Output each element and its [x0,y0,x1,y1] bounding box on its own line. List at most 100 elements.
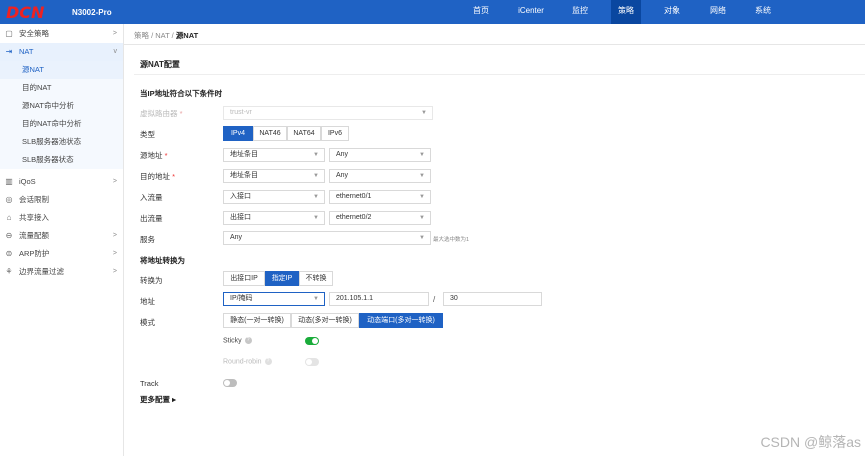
nav-home[interactable]: 首页 [466,0,496,24]
sidebar-item-session-limit[interactable]: ◎ 会话限制 [0,191,123,209]
caret-icon: ▼ [419,173,425,179]
chevron-right-icon: > [112,30,117,37]
sidebar-item-label: 共享接入 [19,213,49,222]
help-icon[interactable]: ? [264,358,272,365]
title-divider [134,74,865,75]
breadcrumb-path[interactable]: 策略 / NAT / [134,31,176,40]
dst-address-select[interactable]: Any ▼ [329,169,431,183]
more-config-link[interactable]: 更多配置 ▸ [140,394,176,405]
sidebar-item-traffic-quota[interactable]: ⊖ 流量配额 > [0,227,123,245]
help-icon[interactable]: ? [244,337,252,344]
type-nat46-button[interactable]: NAT46 [253,126,287,141]
sticky-label: Sticky? [223,337,252,344]
translate-specified-ip-button[interactable]: 指定IP [265,271,299,286]
egress-label: 出流量 [140,214,163,223]
ingress-interface-select[interactable]: ethernet0/1 ▼ [329,190,431,204]
translate-to-label: 转换为 [140,276,163,285]
sidebar-item-nat[interactable]: ⇥ NAT v [0,43,123,61]
sidebar-item-dst-nat[interactable]: 目的NAT [0,79,123,97]
egress-interface-select[interactable]: ethernet0/2 ▼ [329,211,431,225]
sidebar-item-iqos[interactable]: ▥ iQoS > [0,173,123,191]
mode-static-button[interactable]: 静态(一对一转换) [223,313,291,328]
sidebar-item-label: SLB服务器状态 [22,155,74,164]
dst-type-select[interactable]: 地址条目 ▼ [223,169,325,183]
chevron-right-icon: > [112,178,117,185]
toggle-knob [312,338,318,344]
src-address-select[interactable]: Any ▼ [329,148,431,162]
address-type-select[interactable]: IP/掩码 ▼ [223,292,325,306]
sidebar-item-src-nat[interactable]: 源NAT [0,61,123,79]
chevron-right-icon: > [112,268,117,275]
toggle-knob [306,359,312,365]
type-nat64-button[interactable]: NAT64 [287,126,321,141]
round-robin-label: Round-robin? [223,358,272,365]
sidebar-item-slb-server[interactable]: SLB服务器状态 [0,151,123,169]
sidebar-item-src-nat-hit[interactable]: 源NAT命中分析 [0,97,123,115]
mode-dynamic-button[interactable]: 动态(多对一转换) [291,313,359,328]
ingress-type-select[interactable]: 入接口 ▼ [223,190,325,204]
breadcrumb-current: 源NAT [175,31,199,40]
type-ipv4-button[interactable]: IPv4 [223,126,253,141]
sidebar-item-label: ARP防护 [19,249,50,258]
translate-egress-ip-button[interactable]: 出接口IP [223,271,265,286]
sidebar-item-label: 目的NAT [22,83,52,92]
sidebar-item-border-filter[interactable]: ⚘ 边界流量过滤 > [0,263,123,281]
vrouter-select: trust-vr ▼ [223,106,433,120]
shield-icon: ▢ [5,29,13,38]
dst-label: 目的地址 * [140,172,176,181]
address-label: 地址 [140,297,155,306]
type-ipv6-button[interactable]: IPv6 [321,126,349,141]
sticky-toggle[interactable] [305,337,319,345]
caret-icon: ▼ [421,110,427,116]
chevron-down-icon: v [113,48,118,55]
sidebar-item-shared-access[interactable]: ⌂ 共享接入 [0,209,123,227]
track-label: Track [140,379,159,388]
sidebar-item-label: 源NAT命中分析 [22,101,74,110]
service-label: 服务 [140,235,155,244]
sidebar-item-dst-nat-hit[interactable]: 目的NAT命中分析 [0,115,123,133]
type-label: 类型 [140,130,155,139]
translate-none-button[interactable]: 不转换 [299,271,333,286]
ip-input[interactable]: 201.105.1.1 [329,292,429,306]
egress-type-select[interactable]: 出接口 ▼ [223,211,325,225]
nav-network[interactable]: 网络 [703,0,733,24]
mode-dynamic-port-button[interactable]: 动态端口(多对一转换) [359,313,443,328]
track-toggle[interactable] [223,379,237,387]
caret-icon: ▼ [419,235,425,241]
nav-icenter[interactable]: iCenter [513,0,549,24]
filter-icon: ⚘ [5,267,13,276]
slash-separator: / [433,295,436,304]
session-icon: ◎ [5,195,13,204]
src-label: 源地址 * [140,151,168,160]
page-title: 源NAT配置 [140,60,180,69]
vrouter-label: 虚拟路由器 * [140,109,183,118]
chevron-right-icon: > [112,232,117,239]
caret-icon: ▼ [313,173,319,179]
sidebar-item-security-policy[interactable]: ▢ 安全策略 > [0,25,123,43]
chevron-right-icon: > [112,250,117,257]
sidebar-item-slb-pool[interactable]: SLB服务器池状态 [0,133,123,151]
sidebar-item-arp[interactable]: ⊜ ARP防护 > [0,245,123,263]
nav-policy[interactable]: 策略 [611,0,641,24]
sidebar-item-label: 边界流量过滤 [19,267,64,276]
caret-icon: ▼ [419,152,425,158]
sidebar-item-label: 流量配额 [19,231,49,240]
watermark: CSDN @鲸落as [760,434,861,450]
src-type-select[interactable]: 地址条目 ▼ [223,148,325,162]
nav-monitor[interactable]: 监控 [565,0,595,24]
service-select[interactable]: Any ▼ [223,231,431,245]
nat-icon: ⇥ [5,47,13,56]
mode-label: 模式 [140,318,155,327]
header-divider [124,44,865,45]
chart-icon: ▥ [5,177,13,186]
match-section-title: 当IP地址符合以下条件时 [140,89,223,98]
sidebar-item-label: NAT [19,47,34,56]
breadcrumb: 策略 / NAT / 源NAT [134,30,198,41]
mask-input[interactable]: 30 [443,292,542,306]
top-bar: DCN N3002-Pro 首页 iCenter 监控 策略 对象 网络 系统 [0,0,865,24]
nav-object[interactable]: 对象 [657,0,687,24]
nav-system[interactable]: 系统 [748,0,778,24]
device-model: N3002-Pro [72,8,112,17]
caret-icon: ▼ [313,215,319,221]
sidebar-item-label: 会话限制 [19,195,49,204]
